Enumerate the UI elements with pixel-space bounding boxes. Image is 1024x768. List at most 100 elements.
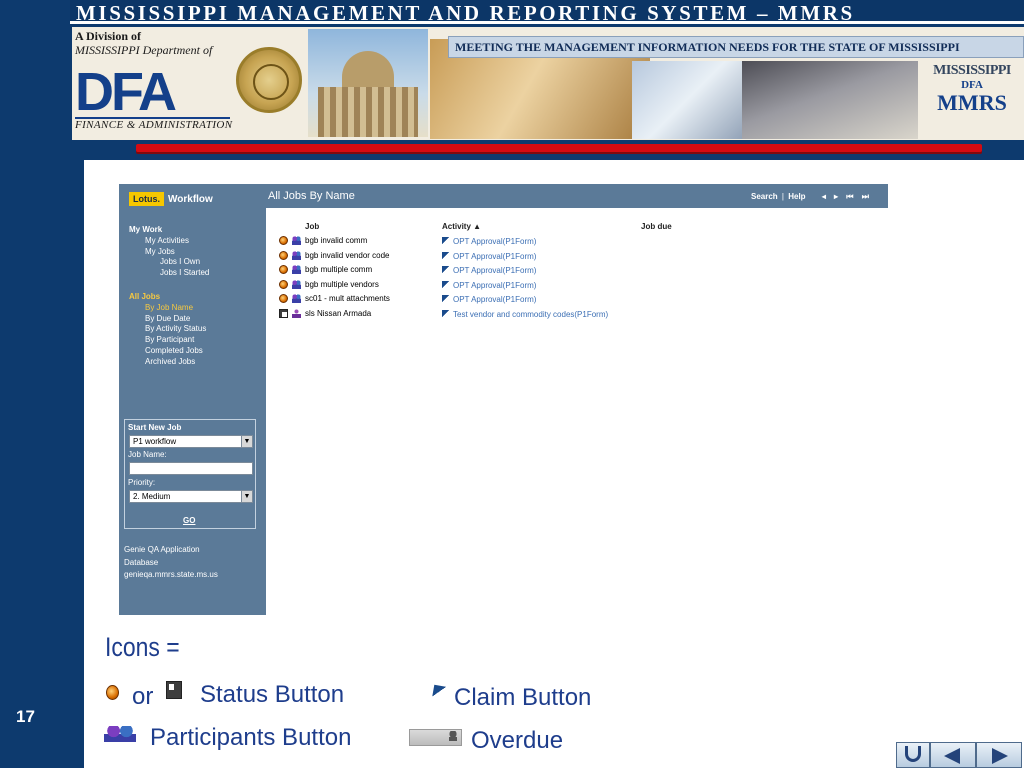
nav-by-participant[interactable]: By Participant <box>129 335 206 346</box>
activity-link[interactable]: OPT Approval(P1Form) <box>442 265 536 275</box>
table-row[interactable]: sls Nissan Armada Test vendor and commodi… <box>266 308 888 324</box>
workflow-select-value: P1 workflow <box>133 437 177 446</box>
claim-icon[interactable] <box>442 266 450 274</box>
participants-icon[interactable] <box>292 279 301 289</box>
table-row[interactable]: bgb multiple comm OPT Approval(P1Form) <box>266 265 888 280</box>
slide-number: 17 <box>16 707 35 726</box>
claim-icon <box>431 684 451 702</box>
start-new-job-title: Start New Job <box>128 423 182 432</box>
nav-completed-jobs[interactable]: Completed Jobs <box>129 346 206 357</box>
status-round-icon[interactable] <box>279 279 288 289</box>
next-slide-button[interactable] <box>976 742 1022 768</box>
table-row[interactable]: bgb invalid vendor code OPT Approval(P1Fo… <box>266 250 888 266</box>
legend-claim-button: Claim Button <box>454 684 592 711</box>
activity-link[interactable]: OPT Approval(P1Form) <box>442 251 536 261</box>
previous-slide-button[interactable] <box>930 742 976 768</box>
activity-link[interactable]: OPT Approval(P1Form) <box>442 236 536 246</box>
tagline: MEETING THE MANAGEMENT INFORMATION NEEDS… <box>455 40 960 54</box>
job-name-link[interactable]: sls Nissan Armada <box>305 309 371 318</box>
help-link[interactable]: Help <box>788 192 805 201</box>
participants-icon[interactable] <box>292 265 301 274</box>
participants-icon[interactable] <box>292 294 301 303</box>
search-link[interactable]: Search <box>751 192 778 201</box>
nav-my-activities[interactable]: My Activities <box>129 236 209 247</box>
nav-my-work[interactable]: My Work <box>129 225 209 236</box>
claim-icon[interactable] <box>442 237 450 245</box>
chevron-down-icon[interactable]: ▼ <box>241 436 252 447</box>
dfa-subtitle: FINANCE & ADMINISTRATION <box>75 119 233 131</box>
job-name-link[interactable]: bgb invalid comm <box>305 236 367 245</box>
lotus-workflow-window: Lotus. Workflow My Work My Activities My… <box>119 184 888 615</box>
legend-status-button: Status Button <box>200 681 345 708</box>
nav-by-job-name[interactable]: By Job Name <box>129 303 206 314</box>
workflow-select[interactable]: P1 workflow ▼ <box>129 435 253 448</box>
activity-link[interactable]: OPT Approval(P1Form) <box>442 280 536 290</box>
table-row[interactable]: sc01 - mult attachments OPT Approval(P1Fo… <box>266 294 888 309</box>
dfa-logo: DFA <box>75 62 177 122</box>
nav-archived-jobs[interactable]: Archived Jobs <box>129 357 206 368</box>
status-round-icon[interactable] <box>279 294 288 303</box>
arrow-left-icon <box>944 748 960 764</box>
return-icon <box>905 746 921 762</box>
handshake-photo <box>632 61 742 139</box>
activity-link[interactable]: OPT Approval(P1Form) <box>442 294 536 304</box>
lotus-brand: Lotus. Workflow <box>129 192 213 206</box>
pager-arrows[interactable]: ◂ ▸ ⏮ ⏭ <box>822 192 872 201</box>
capitol-photo <box>308 29 428 137</box>
claim-icon[interactable] <box>442 309 450 318</box>
title-bar: MISSISSIPPI MANAGEMENT AND REPORTING SYS… <box>70 0 1024 25</box>
lotus-badge: Lotus. <box>129 192 164 206</box>
nav-jobs-i-started[interactable]: Jobs I Started <box>129 268 209 279</box>
participants-icon[interactable] <box>292 308 301 318</box>
job-name-link[interactable]: bgb multiple comm <box>305 265 372 274</box>
nav-jobs-i-own[interactable]: Jobs I Own <box>129 257 209 268</box>
start-new-job-panel: Start New Job P1 workflow ▼ Job Name: Pr… <box>124 419 256 529</box>
participants-icon[interactable] <box>292 250 301 260</box>
division-label: A Division of <box>75 29 142 43</box>
nav-separator: | <box>781 192 784 201</box>
nav-by-due-date[interactable]: By Due Date <box>129 314 206 325</box>
column-header-job[interactable]: Job <box>305 222 319 231</box>
activity-link[interactable]: Test vendor and commodity codes(P1Form) <box>442 309 608 319</box>
nav-by-activity-status[interactable]: By Activity Status <box>129 324 206 335</box>
column-header-activity[interactable]: Activity ▲ <box>442 222 481 231</box>
arrow-right-icon <box>992 748 1008 764</box>
job-name-input[interactable] <box>129 462 253 475</box>
status-round-icon[interactable] <box>279 236 288 245</box>
system-title: MISSISSIPPI MANAGEMENT AND REPORTING SYS… <box>76 1 855 25</box>
status-round-icon[interactable] <box>279 265 288 274</box>
all-jobs-nav: All Jobs By Job Name By Due Date By Acti… <box>129 292 206 368</box>
db-info-line1: Genie QA Application <box>124 545 200 554</box>
nav-all-jobs[interactable]: All Jobs <box>129 292 206 303</box>
nav-my-jobs[interactable]: My Jobs <box>129 247 209 258</box>
return-button[interactable] <box>896 742 930 768</box>
table-row[interactable]: bgb multiple vendors OPT Approval(P1Form) <box>266 279 888 295</box>
header-banner: A Division of MISSISSIPPI Department of … <box>72 27 1024 140</box>
activity-label: OPT Approval(P1Form) <box>453 237 537 246</box>
claim-icon[interactable] <box>442 280 450 289</box>
column-header-job-due[interactable]: Job due <box>641 222 672 231</box>
workflow-sidebar: Lotus. Workflow My Work My Activities My… <box>119 184 266 615</box>
activity-label: OPT Approval(P1Form) <box>453 295 537 304</box>
job-name-link[interactable]: bgb invalid vendor code <box>305 251 390 260</box>
legend-or: or <box>132 683 154 710</box>
db-info-line2: Database <box>124 557 159 567</box>
job-name-link[interactable]: sc01 - mult attachments <box>305 294 390 303</box>
go-button[interactable]: GO <box>183 516 195 525</box>
my-work-nav: My Work My Activities My Jobs Jobs I Own… <box>129 225 209 279</box>
claim-icon[interactable] <box>442 295 450 303</box>
bell-icon <box>449 731 457 741</box>
job-name-label: Job Name: <box>128 450 167 459</box>
job-name-link[interactable]: bgb multiple vendors <box>305 280 379 289</box>
table-row[interactable]: bgb invalid comm OPT Approval(P1Form) <box>266 236 888 251</box>
priority-select-value: 2. Medium <box>133 492 171 501</box>
status-round-icon[interactable] <box>279 250 288 260</box>
participants-icon[interactable] <box>292 236 301 245</box>
claim-icon[interactable] <box>442 251 450 260</box>
workflow-topbar: All Jobs By Name Search | Help ◂ ▸ ⏮ ⏭ <box>266 184 888 208</box>
participants-icon <box>104 726 136 742</box>
status-doc-icon[interactable] <box>279 308 288 318</box>
priority-select[interactable]: 2. Medium ▼ <box>129 490 253 503</box>
chevron-down-icon[interactable]: ▼ <box>241 491 252 502</box>
activity-label: Test vendor and commodity codes(P1Form) <box>453 309 609 319</box>
